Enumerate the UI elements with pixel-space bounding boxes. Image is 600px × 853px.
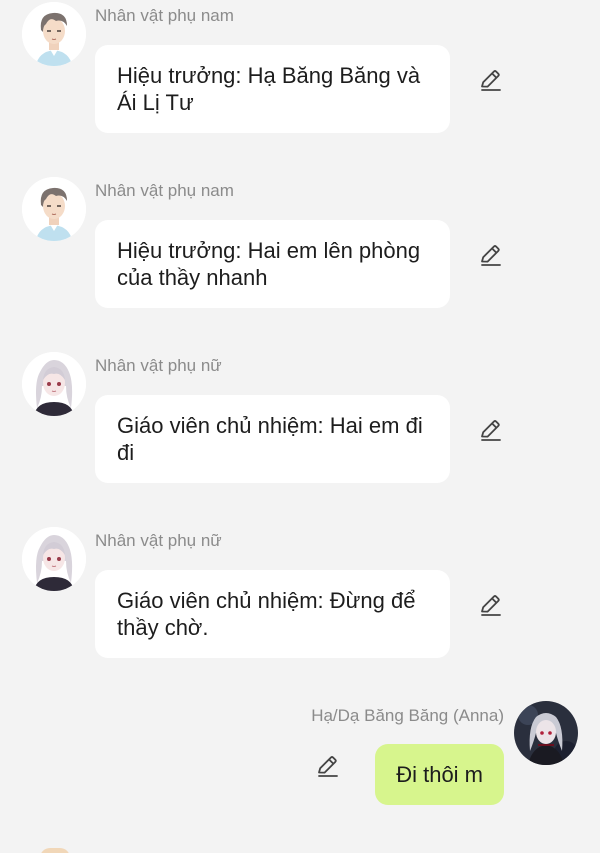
user-character-avatar[interactable] — [514, 701, 578, 765]
edit-pencil-icon[interactable] — [478, 592, 504, 618]
message-bubble[interactable]: Hiệu trưởng: Hạ Băng Băng và Ái Lị Tư — [95, 45, 450, 133]
message-bubble[interactable]: Hiệu trưởng: Hai em lên phòng của thầy n… — [95, 220, 450, 308]
next-avatar-peek — [40, 848, 70, 853]
chat-thread: Nhân vật phụ nam Hiệu trưởng: Hạ Băng Bă… — [0, 0, 600, 853]
male-npc-avatar[interactable] — [22, 177, 86, 241]
sender-name: Nhân vật phụ nam — [95, 181, 234, 200]
edit-pencil-icon[interactable] — [478, 242, 504, 268]
message-bubble[interactable]: Giáo viên chủ nhiệm: Hai em đi đi — [95, 395, 450, 483]
female-npc-avatar[interactable] — [22, 527, 86, 591]
edit-pencil-icon[interactable] — [478, 417, 504, 443]
sender-name: Nhân vật phụ nữ — [95, 531, 222, 550]
sender-name: Nhân vật phụ nam — [95, 6, 234, 25]
own-message-bubble[interactable]: Đi thôi m — [375, 744, 504, 805]
female-npc-avatar[interactable] — [22, 352, 86, 416]
male-npc-avatar[interactable] — [22, 2, 86, 66]
sender-name: Hạ/Dạ Băng Băng (Anna) — [311, 706, 504, 725]
message-bubble[interactable]: Giáo viên chủ nhiệm: Đừng để thầy chờ. — [95, 570, 450, 658]
edit-pencil-icon[interactable] — [315, 753, 341, 779]
edit-pencil-icon[interactable] — [478, 67, 504, 93]
sender-name: Nhân vật phụ nữ — [95, 356, 222, 375]
